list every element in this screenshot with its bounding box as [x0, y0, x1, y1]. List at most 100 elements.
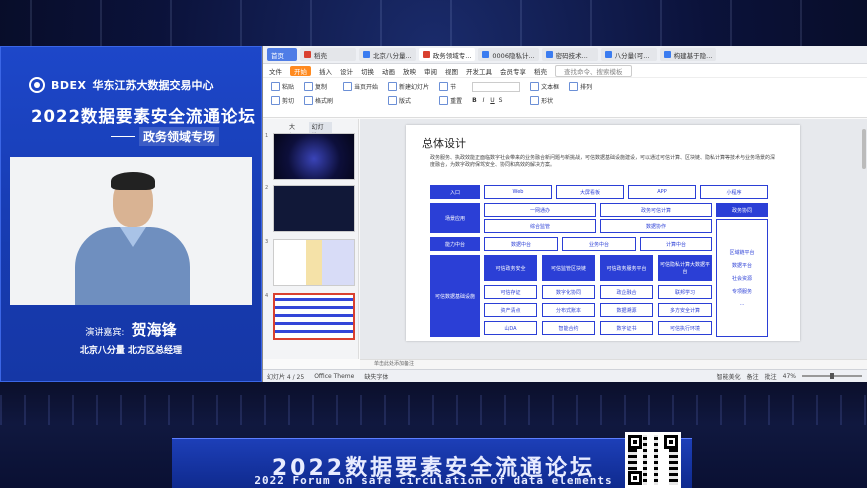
- arrange-button[interactable]: 排列: [569, 82, 592, 91]
- section-button[interactable]: 节: [439, 82, 462, 91]
- middle-compute: 计算中台: [640, 237, 712, 251]
- paste-icon: [271, 82, 280, 91]
- speaker-hair: [111, 172, 155, 190]
- ribbon-tab-docer[interactable]: 稻壳: [534, 66, 547, 76]
- section-icon: [439, 82, 449, 91]
- infra-item: 智能合约: [542, 321, 595, 335]
- tab-doc-5[interactable]: 构建基于隐...: [659, 48, 717, 61]
- section-group: 节 重置: [439, 82, 462, 105]
- ribbon-tab-member[interactable]: 会员专享: [500, 66, 526, 76]
- reset-button[interactable]: 重置: [439, 96, 462, 105]
- tab-label: 八分量(可...: [614, 51, 650, 60]
- format-painter-button[interactable]: 格式刷: [304, 96, 333, 105]
- tool-label: 重置: [450, 98, 463, 105]
- tool-label: 剪切: [282, 98, 295, 105]
- tab-docer[interactable]: 稻壳: [300, 48, 356, 61]
- smart-beautify-button[interactable]: 智能美化: [717, 372, 741, 381]
- ribbon-tab-review[interactable]: 审阅: [424, 66, 437, 76]
- entry-app: APP: [628, 185, 696, 199]
- arrange-group: 排列: [569, 82, 592, 91]
- middle-data: 数据中台: [484, 237, 558, 251]
- slide-thumbnail-4-selected[interactable]: [273, 293, 355, 340]
- tool-label: 新建幻灯片: [399, 84, 430, 91]
- tab-doc-3[interactable]: 密码技术...: [541, 48, 598, 61]
- organizer-logo: BDEX 华东江苏大数据交易中心: [29, 77, 214, 93]
- entry-miniprogram: 小程序: [700, 185, 768, 199]
- slide-description: 政务服务、执政效能正面临数字社会带来的业务融合新问题与新挑战，可信数据基础设施建…: [430, 155, 776, 168]
- format-group: 复制 格式刷: [304, 82, 333, 105]
- ribbon-tab-file[interactable]: 文件: [269, 66, 282, 76]
- layout-button[interactable]: 版式: [388, 96, 429, 105]
- ribbon-tab-slideshow[interactable]: 放映: [403, 66, 416, 76]
- shape-icon: [530, 96, 540, 105]
- wps-doc-icon: [363, 51, 370, 58]
- notes-button[interactable]: 备注: [747, 372, 759, 381]
- vertical-scrollbar[interactable]: [862, 129, 866, 169]
- tab-label: 稻壳: [314, 51, 327, 60]
- infra-item: 多方安全计算: [658, 303, 712, 317]
- stage-lights: [0, 0, 867, 46]
- ribbon-tab-design[interactable]: 设计: [340, 66, 353, 76]
- font-style-buttons[interactable]: B I U S: [472, 97, 520, 104]
- tab-doc-2[interactable]: 0006隐私计...: [478, 48, 539, 61]
- ribbon-tab-view[interactable]: 视图: [445, 66, 458, 76]
- tab-doc-4[interactable]: 八分量(可...: [600, 48, 657, 61]
- tab-label: 0006隐私计...: [492, 51, 535, 60]
- qr-code: [625, 432, 681, 488]
- slideshow-group: 当页开始: [343, 82, 378, 91]
- shape-button[interactable]: 形状: [530, 96, 559, 105]
- banner-title-en: 2022 Forum on safe circulation of data e…: [254, 474, 613, 487]
- infra-dark-1: 可信政务安全: [484, 255, 537, 281]
- wps-doc-icon: [604, 51, 612, 58]
- tool-label: 格式刷: [315, 98, 334, 105]
- forum-subtitle: 政务领域专场: [111, 127, 220, 146]
- side-item: ...: [739, 301, 745, 307]
- bdex-logo-icon: [29, 77, 45, 93]
- entry-web: Web: [484, 185, 552, 199]
- ribbon-tab-developer[interactable]: 开发工具: [466, 66, 492, 76]
- slide-thumbnail-1[interactable]: [273, 133, 355, 180]
- zoom-slider[interactable]: [802, 373, 862, 379]
- speaker-label: 演讲嘉宾:: [85, 328, 125, 338]
- portal-item-1: 一网通办: [484, 203, 596, 217]
- paste-button[interactable]: 粘贴: [271, 82, 294, 91]
- comments-button[interactable]: 批注: [765, 372, 777, 381]
- infra-dark-2: 可信监管区块链: [542, 255, 595, 281]
- side-item: 社会资源: [731, 276, 752, 282]
- cut-button[interactable]: 剪切: [271, 96, 294, 105]
- wps-doc-icon: [545, 51, 553, 58]
- tab-label: 首页: [271, 51, 284, 60]
- slide-canvas[interactable]: 总体设计 政务服务、执政效能正面临数字社会带来的业务融合新问题与新挑战，可信数据…: [406, 125, 800, 341]
- notes-pane[interactable]: 单击此处添加备注: [360, 359, 867, 369]
- theme-name: Office Theme: [314, 372, 355, 380]
- side-column: 区域链平台 数据平台 社会资源 专项服务 ...: [716, 219, 768, 337]
- tab-ppt-active[interactable]: 政务领域专...: [418, 48, 476, 61]
- tab-home[interactable]: 首页: [267, 48, 297, 61]
- missing-font-button[interactable]: 缺失字体: [364, 372, 388, 381]
- label-scenario: 场景应用: [430, 203, 480, 233]
- command-search-input[interactable]: 查找命令、搜索模板: [555, 64, 632, 77]
- side-item: 区域链平台: [729, 250, 755, 256]
- copy-button[interactable]: 复制: [304, 82, 333, 91]
- thumb-number: 2: [265, 185, 269, 191]
- brush-icon: [304, 96, 314, 105]
- new-slide-button[interactable]: 新建幻灯片: [388, 82, 429, 91]
- font-family-select[interactable]: [472, 82, 521, 92]
- label-infra: 可信数据基础设施: [430, 255, 480, 337]
- slide-thumbnail-3[interactable]: [273, 239, 355, 286]
- ribbon-tab-home[interactable]: 开始: [290, 65, 311, 76]
- tool-label: 复制: [315, 84, 328, 91]
- reset-icon: [439, 96, 449, 105]
- tab-doc-1[interactable]: 北京八分量...: [359, 48, 416, 61]
- textbox-button[interactable]: 文本框: [530, 82, 559, 91]
- ribbon-tab-insert[interactable]: 插入: [319, 66, 332, 76]
- ribbon-tab-transition[interactable]: 切换: [361, 66, 374, 76]
- infra-item: 联邦学习: [658, 285, 712, 299]
- speaker-caption: 演讲嘉宾: 贺海锋: [1, 319, 261, 340]
- play-from-current-button[interactable]: 当页开始: [343, 82, 378, 91]
- ribbon-toolbar: 粘贴 剪切 复制 格式刷 当页开始 新建幻灯片 版式 节 重置 B I U S …: [263, 78, 867, 118]
- ribbon-tab-animation[interactable]: 动画: [382, 66, 395, 76]
- zoom-slider-handle[interactable]: [830, 373, 834, 379]
- tool-label: 节: [450, 84, 457, 91]
- slide-thumbnail-2[interactable]: [273, 185, 355, 232]
